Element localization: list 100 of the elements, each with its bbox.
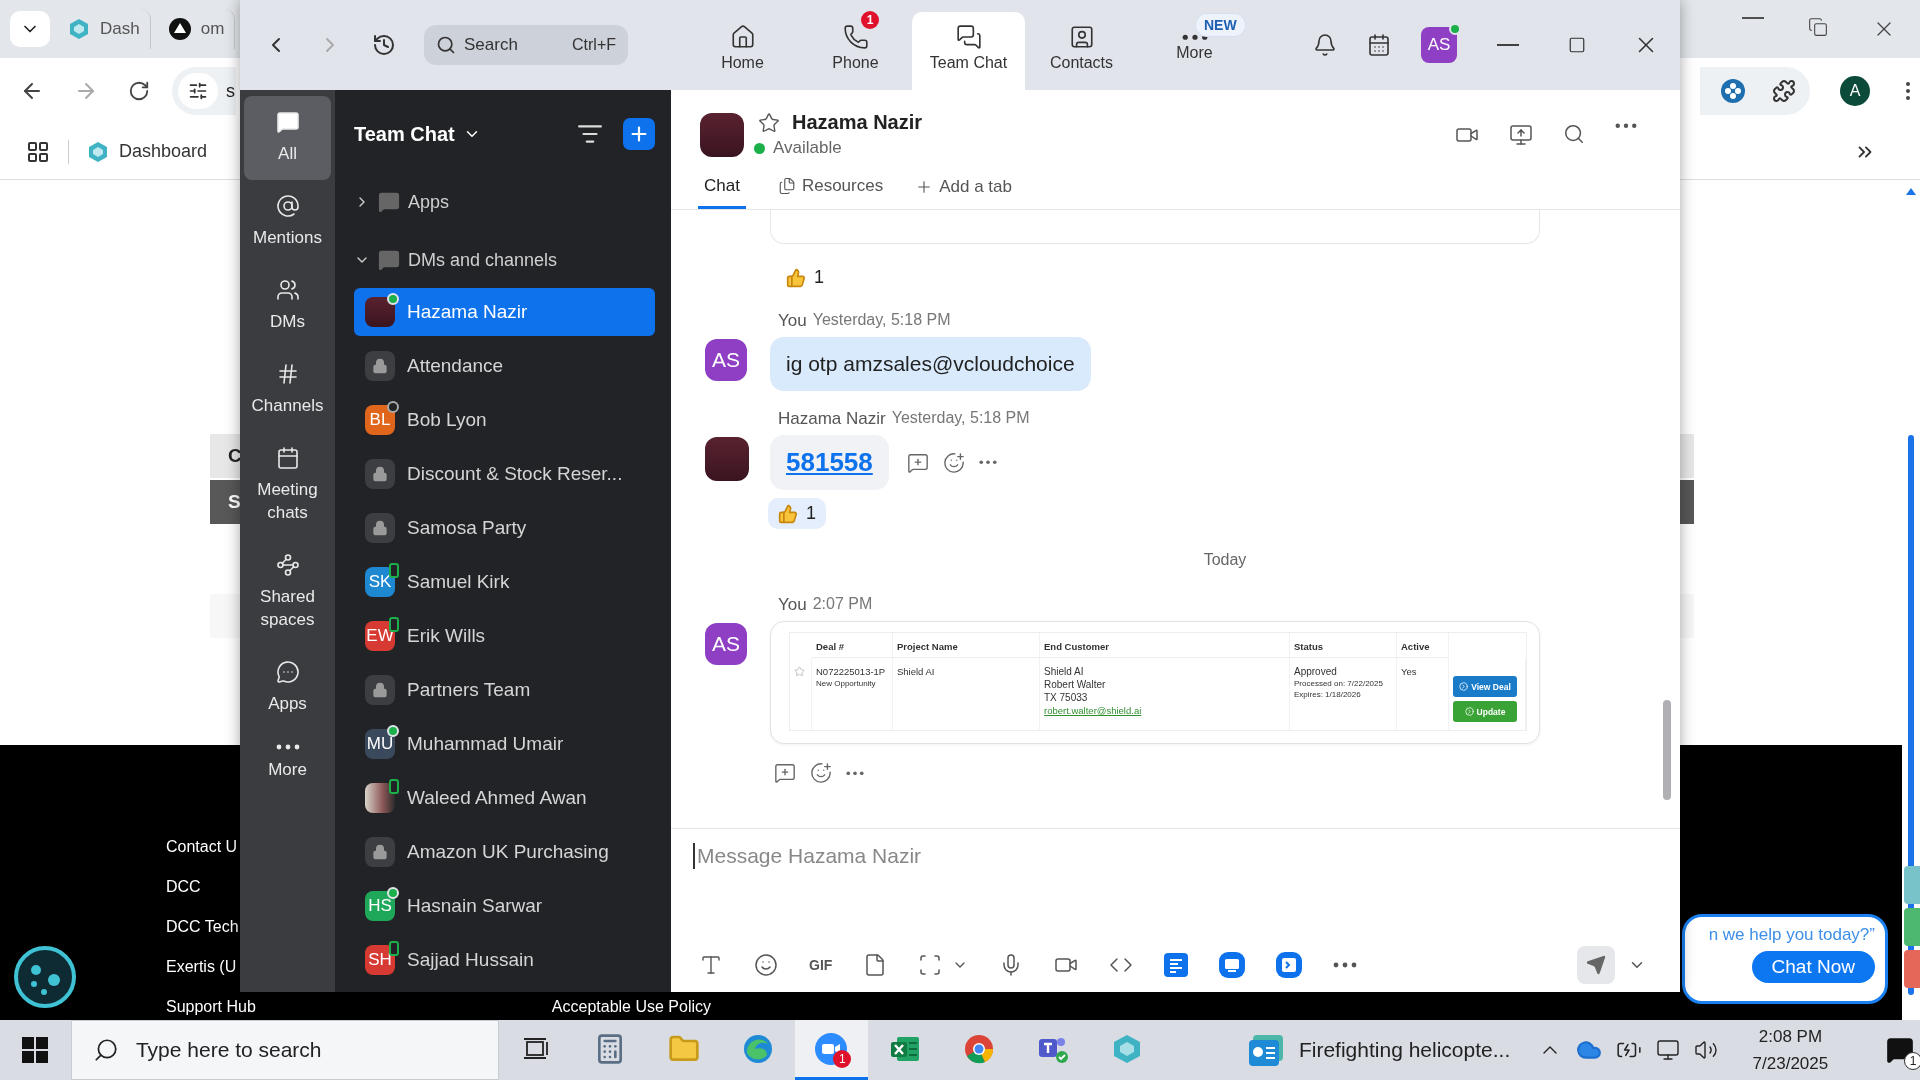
history-icon[interactable] [372, 33, 396, 57]
nav-tab[interactable]: Team Chat [912, 12, 1025, 90]
chat-list-item[interactable]: EW Erik Wills [354, 612, 655, 660]
rail-item[interactable]: More [244, 730, 331, 796]
format-text-icon[interactable] [699, 953, 723, 977]
new-chat-button[interactable] [623, 118, 655, 150]
screenshot-icon[interactable] [918, 953, 943, 977]
more-icon[interactable] [1615, 122, 1637, 128]
news-widget[interactable]: Firefighting helicopte... [1246, 1033, 1511, 1067]
taskbar-app[interactable]: 1 [794, 1020, 869, 1080]
nav-tab[interactable]: 1 Phone [799, 12, 912, 90]
star-icon[interactable] [794, 666, 805, 677]
rail-item[interactable]: Mentions [244, 180, 331, 264]
app-tile-icon[interactable] [1219, 952, 1246, 978]
add-tab-button[interactable]: Add a tab [915, 165, 1012, 209]
rail-item[interactable]: DMs [244, 264, 331, 348]
browser-tab[interactable]: om [158, 9, 236, 49]
add-reaction-icon[interactable] [942, 451, 965, 474]
site-info-button[interactable] [178, 73, 218, 109]
chat-list-item[interactable]: Attendance [354, 342, 655, 390]
bookmark[interactable]: Dashboard [87, 140, 208, 163]
message-field[interactable]: Message Hazama Nazir [693, 843, 1293, 869]
more-icon[interactable] [1333, 962, 1358, 968]
chat-tab[interactable]: Chat [698, 165, 746, 209]
emoji-icon[interactable] [754, 953, 778, 977]
chat-now-button[interactable]: Chat Now [1751, 951, 1875, 983]
star-icon[interactable] [758, 111, 780, 134]
search-icon[interactable] [1563, 122, 1585, 145]
reload-icon[interactable] [128, 80, 150, 102]
app-tile-icon[interactable] [1276, 952, 1303, 978]
chat-list-item[interactable]: Waleed Ahmed Awan [354, 774, 655, 822]
chat-list-item[interactable]: Hazama Nazir [354, 288, 655, 336]
send-button[interactable] [1577, 946, 1615, 984]
nav-tab[interactable]: NEW More [1138, 12, 1251, 90]
extension-icon[interactable] [1720, 78, 1746, 104]
notifications-button[interactable]: 1 [1880, 1030, 1920, 1070]
code-link[interactable]: 581558 [786, 447, 873, 477]
volume-icon[interactable] [1694, 1038, 1719, 1062]
nav-tab[interactable]: Home [686, 12, 799, 90]
footer-link[interactable]: Contact U [166, 835, 238, 859]
list-title-menu[interactable]: Team Chat [354, 122, 481, 146]
scroll-up-icon[interactable] [1906, 188, 1916, 195]
add-reaction-icon[interactable] [810, 762, 832, 784]
chat-bubble-icon [275, 110, 300, 134]
notifications-icon[interactable] [1313, 33, 1337, 57]
rail-item[interactable]: Channels [244, 348, 331, 432]
chat-list-item[interactable]: SH Sajjad Hussain [354, 936, 655, 984]
notification-icon [1886, 1036, 1915, 1064]
message-time: Yesterday, 5:18 PM [891, 409, 1030, 428]
reply-icon[interactable] [906, 451, 929, 474]
app-tile-icon[interactable] [1164, 953, 1189, 977]
deal-action-button[interactable]: View Deal [1453, 676, 1517, 697]
more-icon[interactable] [846, 770, 864, 776]
address-text: s [226, 80, 235, 102]
reaction-chip[interactable]: 1 [768, 498, 826, 529]
search-field[interactable]: Search Ctrl+F [424, 25, 628, 65]
calendar-icon[interactable] [1367, 33, 1391, 57]
gif-button[interactable]: GIF [809, 957, 833, 973]
profile-avatar[interactable]: A [1840, 76, 1870, 106]
footer-link[interactable]: Acceptable Use Policy [551, 995, 712, 1019]
rail-item[interactable]: All [244, 96, 331, 180]
nav-tab[interactable]: Contacts [1025, 12, 1138, 90]
status-text: Approved [1294, 666, 1337, 677]
swirl-app-icon [741, 1032, 774, 1065]
chat-list-item[interactable]: Discount & Stock Reser... [354, 450, 655, 498]
browser-tab[interactable]: Dash [58, 9, 151, 49]
reply-icon[interactable] [774, 762, 796, 784]
apps-grid-icon[interactable] [26, 139, 50, 164]
rail-item[interactable]: Meeting chats [244, 432, 331, 539]
chat-list-item[interactable]: SK Samuel Kirk [354, 558, 655, 606]
rail-item[interactable]: Shared spaces [244, 539, 331, 646]
address-bar[interactable]: s [172, 67, 236, 115]
chat-list-item[interactable]: Partners Team [354, 666, 655, 714]
taskbar-search-field[interactable]: Type here to search [70, 1020, 499, 1080]
email-link[interactable]: robert.walter@shield.ai [1044, 705, 1142, 716]
chat-tab[interactable]: Resources [771, 165, 890, 209]
footer-link[interactable]: DCC [166, 875, 201, 899]
share-screen-icon[interactable] [1509, 122, 1533, 147]
count-badge: 1 [1904, 1052, 1920, 1070]
chat-list-item[interactable]: Amazon UK Purchasing [354, 828, 655, 876]
profile-avatar[interactable]: AS [1421, 27, 1457, 63]
footer-link[interactable]: Exertis (U [166, 955, 237, 979]
chat-bubble-logo-icon[interactable] [14, 946, 76, 1008]
restore-icon[interactable] [1808, 17, 1828, 37]
scrollbar-thumb[interactable] [1663, 700, 1671, 800]
puzzle-icon[interactable] [1772, 79, 1796, 103]
section-header[interactable]: DMs and channels [354, 238, 655, 282]
chat-list-item[interactable]: HS Hasnain Sarwar [354, 882, 655, 930]
chat-list-item[interactable]: BL Bob Lyon [354, 396, 655, 444]
sender-name: You [778, 311, 807, 331]
rail-item[interactable]: Apps [244, 646, 331, 730]
clock[interactable]: 2:08 PM 7/23/2025 [1736, 1023, 1845, 1077]
section-header[interactable]: Apps [354, 180, 655, 224]
chat-list-item[interactable]: Samosa Party [354, 504, 655, 552]
chat-list-item[interactable]: MU Muhammad Umair [354, 720, 655, 768]
reaction-chip[interactable]: 1 [776, 262, 834, 293]
network-icon[interactable] [1656, 1038, 1681, 1062]
more-icon[interactable] [978, 460, 997, 465]
footer-link[interactable]: DCC Tech [166, 915, 239, 939]
footer-link[interactable]: Support Hub [166, 995, 256, 1019]
